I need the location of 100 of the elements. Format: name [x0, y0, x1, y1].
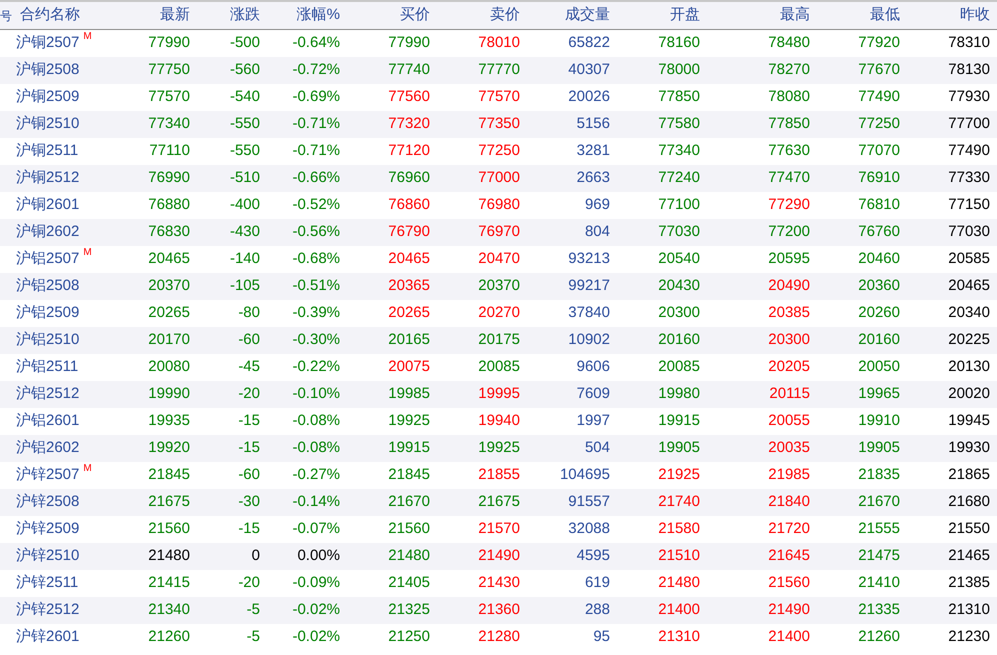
table-cell-text: 77120: [387, 141, 430, 162]
table-cell-text: -550: [228, 141, 260, 162]
quote-row[interactable]: 沪铝2508 20370 -105 -0.51% 20365 20370 99217 20430 20490 20360 20465: [0, 273, 997, 300]
table-cell-text: 4595: [576, 546, 610, 566]
table-cell-text: 77350: [477, 114, 520, 134]
table-cell-text: 77030: [947, 222, 990, 242]
table-cell-text: 804: [584, 222, 610, 242]
quote-row[interactable]: 沪锌2510 21480 0 0.00% 21480 21490 4595 21510 21645 21475 21465: [0, 543, 997, 570]
table-cell-text: 19945: [947, 411, 990, 432]
contract-name: 沪锌2601: [16, 627, 80, 648]
table-cell-text: -0.27%: [291, 465, 340, 486]
table-cell-text: -540: [228, 87, 260, 108]
column-header[interactable]: 涨跌: [190, 4, 260, 27]
table-cell-text: 21490: [477, 546, 520, 566]
table-cell-text: 21480: [147, 546, 190, 566]
column-header[interactable]: 涨幅%: [260, 4, 340, 27]
table-cell-text: 20080: [147, 357, 190, 378]
table-cell-text: -0.02%: [291, 600, 340, 620]
quote-row[interactable]: 沪锌2508 21675 -30 -0.14% 21670 21675 91557 21740 21840 21670 21680: [0, 489, 997, 516]
table-cell-text: -105: [228, 276, 260, 296]
table-cell-text: 21415: [147, 573, 190, 594]
table-cell-text: -510: [228, 168, 260, 188]
table-cell-text: 20585: [947, 249, 990, 270]
table-cell-text: -15: [237, 519, 260, 540]
quote-row[interactable]: 沪铝2512 19990 -20 -0.10% 19985 19995 7609 19980 20115 19965 20020: [0, 381, 997, 408]
contract-name: 沪铝2509: [16, 303, 80, 324]
table-cell-text: 77200: [767, 222, 810, 242]
table-cell-text: -0.22%: [291, 357, 340, 378]
table-cell-text: 77490: [947, 141, 990, 162]
table-cell-text: 20020: [947, 384, 990, 404]
quote-row[interactable]: 沪铜2510 77340 -550 -0.71% 77320 77350 5156 77580 77850 77250 77700: [0, 111, 997, 138]
table-cell-text: 21925: [657, 465, 700, 486]
table-cell-text: 504: [584, 438, 610, 458]
table-cell-text: 19910: [857, 411, 900, 432]
table-cell-text: 21465: [947, 546, 990, 566]
table-cell-text: 2663: [576, 168, 610, 188]
column-header[interactable]: 开盘: [610, 4, 700, 27]
quote-row[interactable]: 沪铝2510 20170 -60 -0.30% 20165 20175 10902 20160 20300 20160 20225: [0, 327, 997, 354]
table-cell-text: 76980: [477, 195, 520, 216]
table-cell-text: 969: [584, 195, 610, 216]
table-cell-text: 77740: [387, 60, 430, 80]
column-header[interactable]: 最低: [810, 4, 900, 27]
contract-name: 沪铝2602: [16, 438, 80, 458]
table-cell-text: 77990: [147, 33, 190, 54]
table-cell-text: -0.66%: [291, 168, 340, 188]
table-cell-text: -0.09%: [291, 573, 340, 594]
column-header[interactable]: 昨收: [900, 4, 990, 27]
quote-row[interactable]: 沪铜2508 77750 -560 -0.72% 77740 77770 40307 78000 78270 77670 78130: [0, 57, 997, 84]
table-cell-text: -0.08%: [291, 411, 340, 432]
table-cell-text: 21675: [477, 492, 520, 512]
table-cell-text: 20085: [477, 357, 520, 378]
table-cell-text: 20175: [477, 330, 520, 350]
table-cell-text: 93213: [567, 249, 610, 270]
table-cell-text: 20265: [387, 303, 430, 324]
table-cell-text: 20540: [657, 249, 700, 270]
table-cell-text: -15: [237, 438, 260, 458]
table-cell-text: 77560: [387, 87, 430, 108]
table-cell-text: 20385: [767, 303, 810, 324]
main-contract-mark: M: [83, 464, 92, 474]
table-cell-text: 9606: [576, 357, 610, 378]
column-header[interactable]: 合约名称: [16, 4, 134, 27]
table-cell-text: -5: [246, 600, 260, 620]
contract-name: 沪铝2511: [16, 357, 78, 378]
column-header[interactable]: 号: [0, 6, 16, 24]
table-cell-text: 20225: [947, 330, 990, 350]
table-cell-text: 20165: [387, 330, 430, 350]
table-cell-text: -20: [237, 384, 260, 404]
table-cell-text: 77290: [767, 195, 810, 216]
table-cell-text: 40307: [567, 60, 610, 80]
column-header[interactable]: 最新: [134, 4, 190, 27]
column-header[interactable]: 卖价: [430, 4, 520, 27]
table-cell-text: 21670: [857, 492, 900, 512]
quote-row[interactable]: 沪铝2602 19920 -15 -0.08% 19915 19925 504 19905 20035 19905 19930: [0, 435, 997, 462]
table-cell-text: 20300: [767, 330, 810, 350]
contract-name: 沪铜2602: [16, 222, 80, 242]
table-cell-text: 19980: [657, 384, 700, 404]
table-cell-text: 21855: [477, 465, 520, 486]
table-cell-text: 20160: [657, 330, 700, 350]
table-cell-text: -430: [228, 222, 260, 242]
table-cell-text: 7609: [576, 384, 610, 404]
table-cell-text: 20370: [147, 276, 190, 296]
table-cell-text: 20026: [567, 87, 610, 108]
table-cell-text: -60: [237, 465, 260, 486]
table-cell-text: 76880: [147, 195, 190, 216]
table-cell-text: 21985: [767, 465, 810, 486]
table-cell-text: 77670: [857, 60, 900, 80]
quote-row[interactable]: 沪铜2602 76830 -430 -0.56% 76790 76970 804 77030 77200 76760 77030: [0, 219, 997, 246]
column-header[interactable]: 最高: [700, 4, 810, 27]
table-cell-text: -0.14%: [291, 492, 340, 512]
quote-row[interactable]: 沪锌2512 21340 -5 -0.02% 21325 21360 288 21400 21490 21335 21310: [0, 597, 997, 624]
table-cell-text: -60: [237, 330, 260, 350]
table-cell-text: 20075: [387, 357, 430, 378]
table-cell-text: 19990: [147, 384, 190, 404]
table-cell-text: 21280: [477, 627, 520, 648]
column-header[interactable]: 买价: [340, 4, 430, 27]
table-cell-text: 77920: [857, 33, 900, 54]
quote-row[interactable]: 沪铜2512 76990 -510 -0.66% 76960 77000 2663 77240 77470 76910 77330: [0, 165, 997, 192]
column-header[interactable]: 成交量: [520, 4, 610, 27]
table-cell-text: 19925: [477, 438, 520, 458]
table-cell-text: -30: [237, 492, 260, 512]
